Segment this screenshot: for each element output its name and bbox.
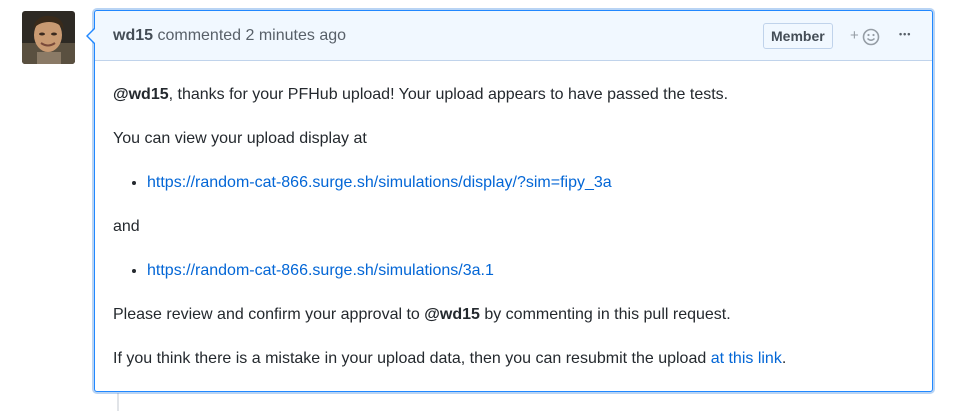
body-paragraph-2: You can view your upload display at: [113, 130, 367, 147]
kebab-icon: •••: [899, 29, 912, 39]
author-link[interactable]: wd15: [113, 27, 153, 44]
link-list-1: https://random-cat-866.surge.sh/simulati…: [113, 171, 914, 195]
body-paragraph-1: @wd15, thanks for your PFHub upload! You…: [113, 86, 729, 103]
avatar[interactable]: [22, 11, 75, 64]
list-item: https://random-cat-866.surge.sh/simulati…: [147, 259, 914, 283]
display-link[interactable]: https://random-cat-866.surge.sh/simulati…: [147, 174, 612, 191]
and-text: and: [113, 218, 140, 235]
user-mention[interactable]: @wd15: [424, 306, 480, 323]
user-mention[interactable]: @wd15: [113, 86, 169, 103]
list-item: https://random-cat-866.surge.sh/simulati…: [147, 171, 914, 195]
add-reaction-button[interactable]: +: [850, 26, 884, 48]
resubmit-link[interactable]: at this link: [711, 350, 782, 367]
comment-header: wd15 commented 2 minutes ago Member + ••…: [95, 11, 932, 61]
plus-icon: +: [850, 27, 859, 44]
body-paragraph-4: Please review and confirm your approval …: [113, 306, 731, 323]
more-options-button[interactable]: •••: [899, 24, 917, 44]
action-text: commented: [153, 27, 246, 44]
member-badge: Member: [763, 23, 833, 49]
simulation-link[interactable]: https://random-cat-866.surge.sh/simulati…: [147, 262, 494, 279]
smiley-icon: [862, 28, 880, 46]
comment-box: wd15 commented 2 minutes ago Member + ••…: [86, 10, 933, 392]
timestamp-link[interactable]: 2 minutes ago: [246, 27, 347, 44]
body-paragraph-5: If you think there is a mistake in your …: [113, 350, 787, 367]
comment-body: @wd15, thanks for your PFHub upload! You…: [95, 61, 932, 371]
comment-header-text: wd15 commented 2 minutes ago: [113, 27, 346, 45]
timeline-line: [117, 393, 119, 411]
link-list-2: https://random-cat-866.surge.sh/simulati…: [113, 259, 914, 283]
